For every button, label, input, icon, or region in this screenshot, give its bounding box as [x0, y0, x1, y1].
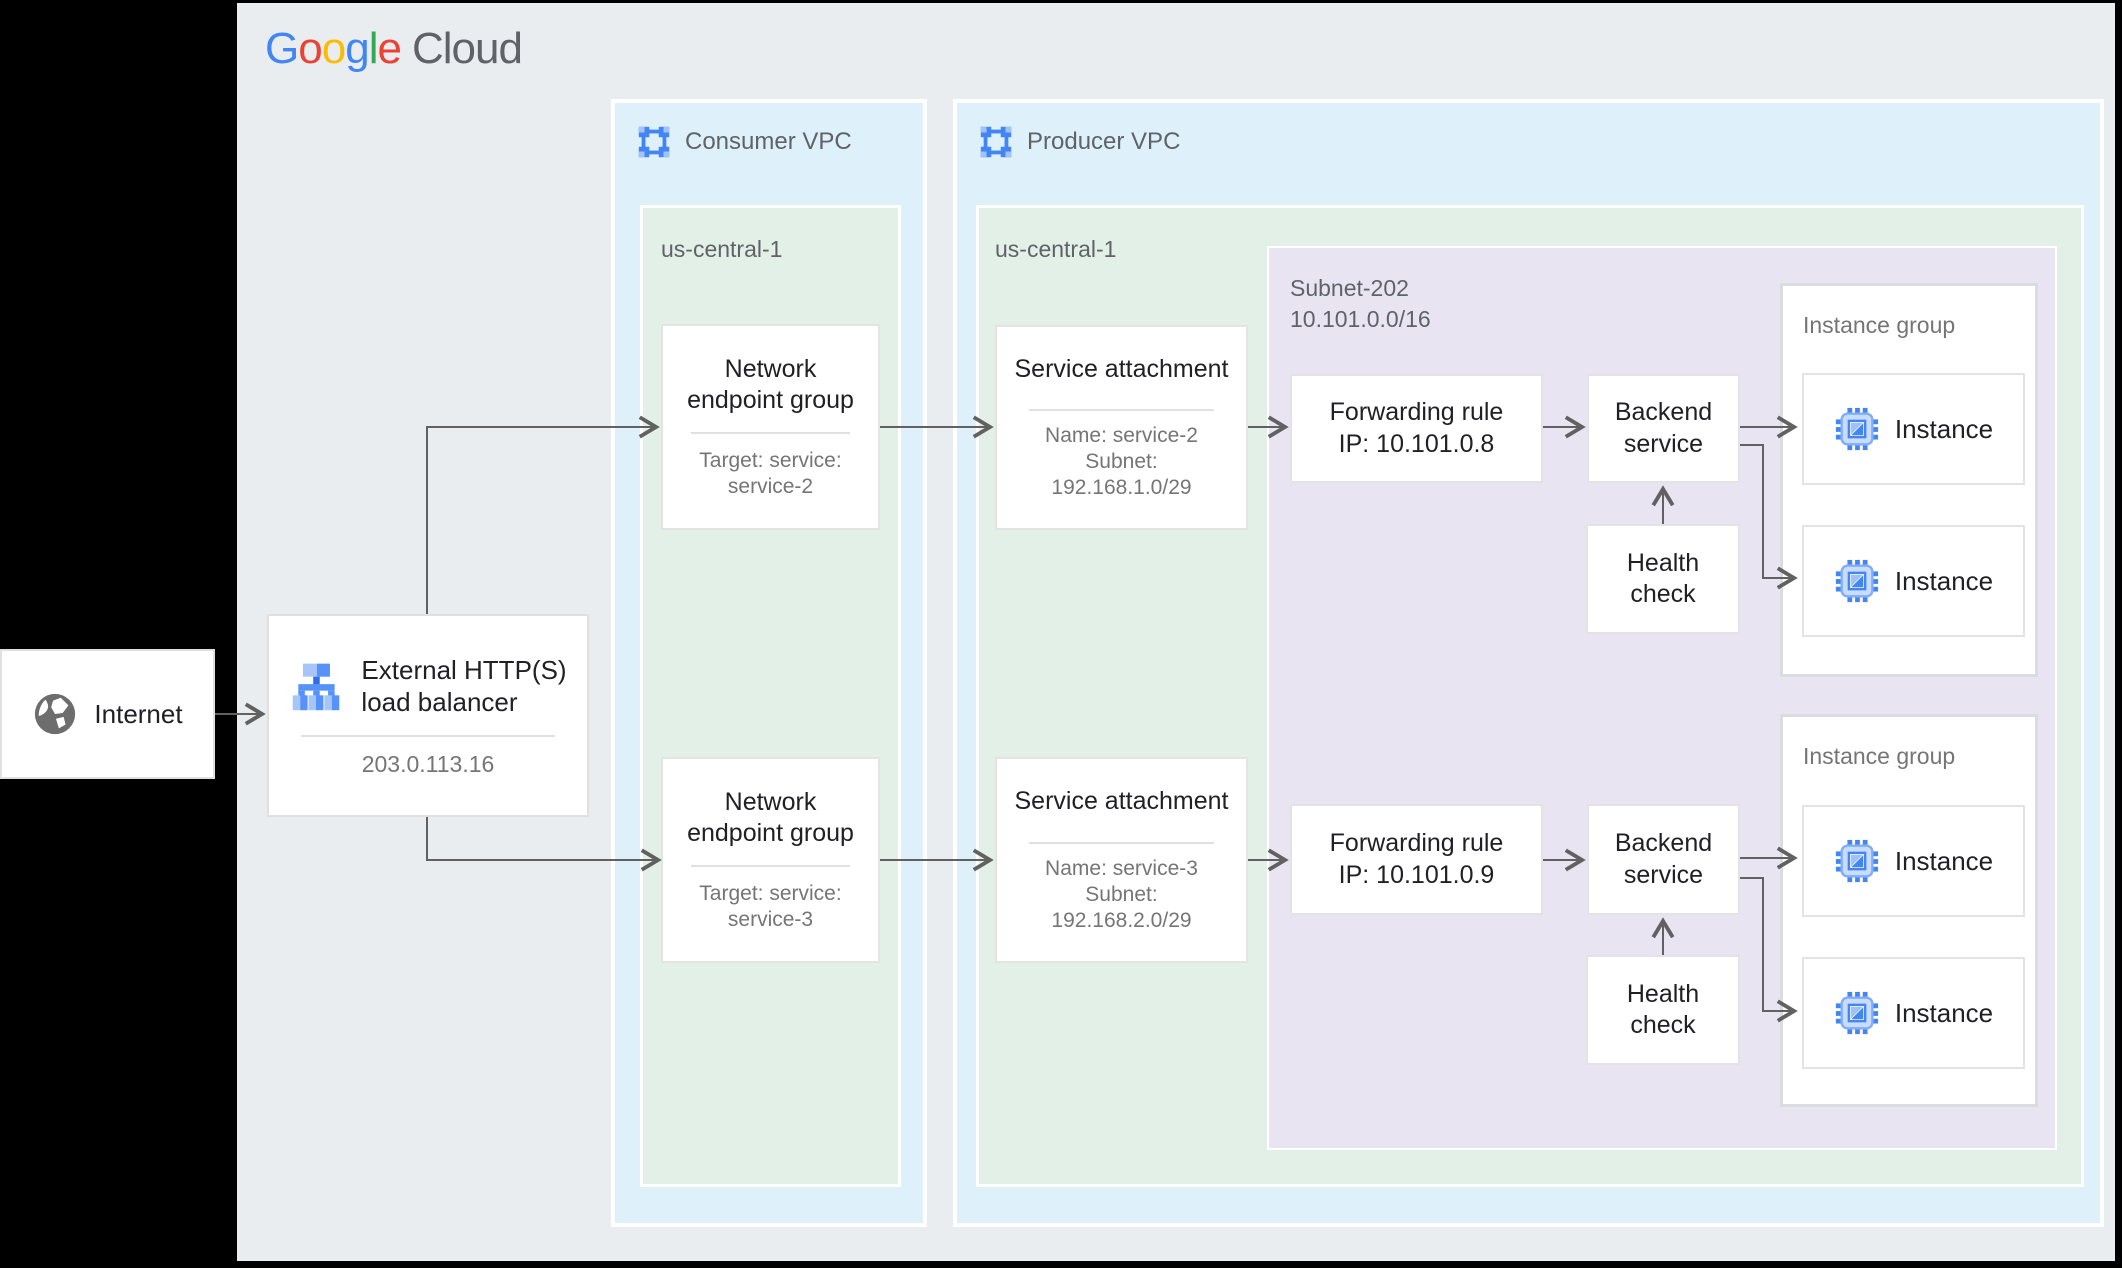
instance-node-2: Instance	[1802, 525, 2025, 637]
google-cloud-logo: Google Cloud	[265, 24, 523, 74]
compute-instance-icon	[1835, 991, 1878, 1035]
instance-group-2: Instance group Instance Instance	[1780, 714, 2038, 1107]
backend-service-node-1: Backend service	[1587, 374, 1740, 483]
backend-service-node-2: Backend service	[1587, 804, 1740, 915]
compute-instance-icon	[1835, 559, 1878, 603]
cloud-logo-text: Cloud	[411, 24, 523, 73]
google-logo-text: Google	[265, 24, 402, 73]
instance-node-1: Instance	[1802, 373, 2025, 485]
health-check-node-1: Health check	[1586, 524, 1740, 634]
divider	[690, 865, 851, 868]
consumer-vpc-zone: Consumer VPC us-central-1	[611, 99, 927, 1227]
consumer-vpc-label: Consumer VPC	[685, 128, 852, 155]
health-check-node-2: Health check	[1586, 955, 1740, 1065]
producer-region-label: us-central-1	[995, 236, 1117, 262]
divider	[1029, 841, 1214, 844]
load-balancer-icon	[293, 663, 340, 711]
subnet-label: Subnet-202 10.101.0.0/16	[1290, 273, 1431, 335]
network-endpoint-group-node-2: Network endpoint group Target: service: …	[661, 757, 880, 963]
globe-icon	[35, 693, 76, 735]
network-endpoint-group-node-1: Network endpoint group Target: service: …	[661, 324, 880, 530]
internet-label: Internet	[94, 698, 183, 729]
load-balancer-ip: 203.0.113.16	[361, 750, 495, 777]
subnet-cidr: 10.101.0.0/16	[1290, 306, 1431, 333]
subnet-name: Subnet-202	[1290, 275, 1409, 301]
forwarding-rule-node-1: Forwarding rule IP: 10.101.0.8	[1290, 374, 1543, 483]
consumer-vpc-header: Consumer VPC	[635, 123, 852, 161]
divider	[1029, 409, 1214, 412]
compute-instance-icon	[1835, 839, 1878, 883]
consumer-region-label: us-central-1	[661, 236, 783, 262]
compute-instance-icon	[1835, 407, 1878, 451]
producer-vpc-header: Producer VPC	[977, 123, 1180, 161]
instance-group-1: Instance group Instance Instance	[1780, 283, 2038, 677]
load-balancer-node: External HTTP(S) load balancer 203.0.113…	[267, 614, 589, 817]
instance-node-4: Instance	[1802, 957, 2025, 1069]
internet-node: Internet	[0, 649, 215, 779]
diagram-frame: Google Cloud Consumer VPC us-central-1 P…	[0, 0, 2122, 1268]
service-attachment-node-1: Service attachment Name: service-2 Subne…	[995, 325, 1248, 530]
divider	[690, 432, 851, 435]
divider	[300, 734, 556, 737]
vpc-network-icon	[980, 126, 1012, 158]
service-attachment-node-2: Service attachment Name: service-3 Subne…	[995, 757, 1248, 963]
producer-vpc-label: Producer VPC	[1027, 128, 1181, 155]
load-balancer-title: External HTTP(S) load balancer	[361, 654, 567, 718]
vpc-network-icon	[638, 126, 670, 158]
instance-node-3: Instance	[1802, 805, 2025, 917]
forwarding-rule-node-2: Forwarding rule IP: 10.101.0.9	[1290, 804, 1543, 915]
